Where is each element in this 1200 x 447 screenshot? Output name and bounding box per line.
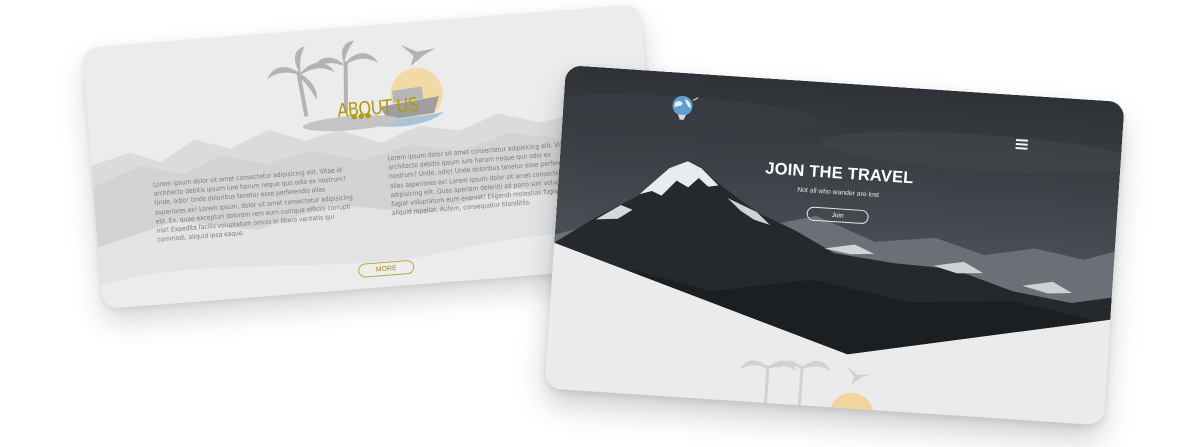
hamburger-menu-icon[interactable]: [1015, 138, 1029, 150]
join-travel-card: JOIN THE TRAVEL Not all who wander are l…: [544, 65, 1125, 426]
mockup-scene: ABOUT US Lorem ipsum dolor sit amet cons…: [0, 0, 1200, 447]
globe-balloon-icon[interactable]: [666, 92, 699, 124]
mountain-hero-image: [548, 65, 1125, 426]
